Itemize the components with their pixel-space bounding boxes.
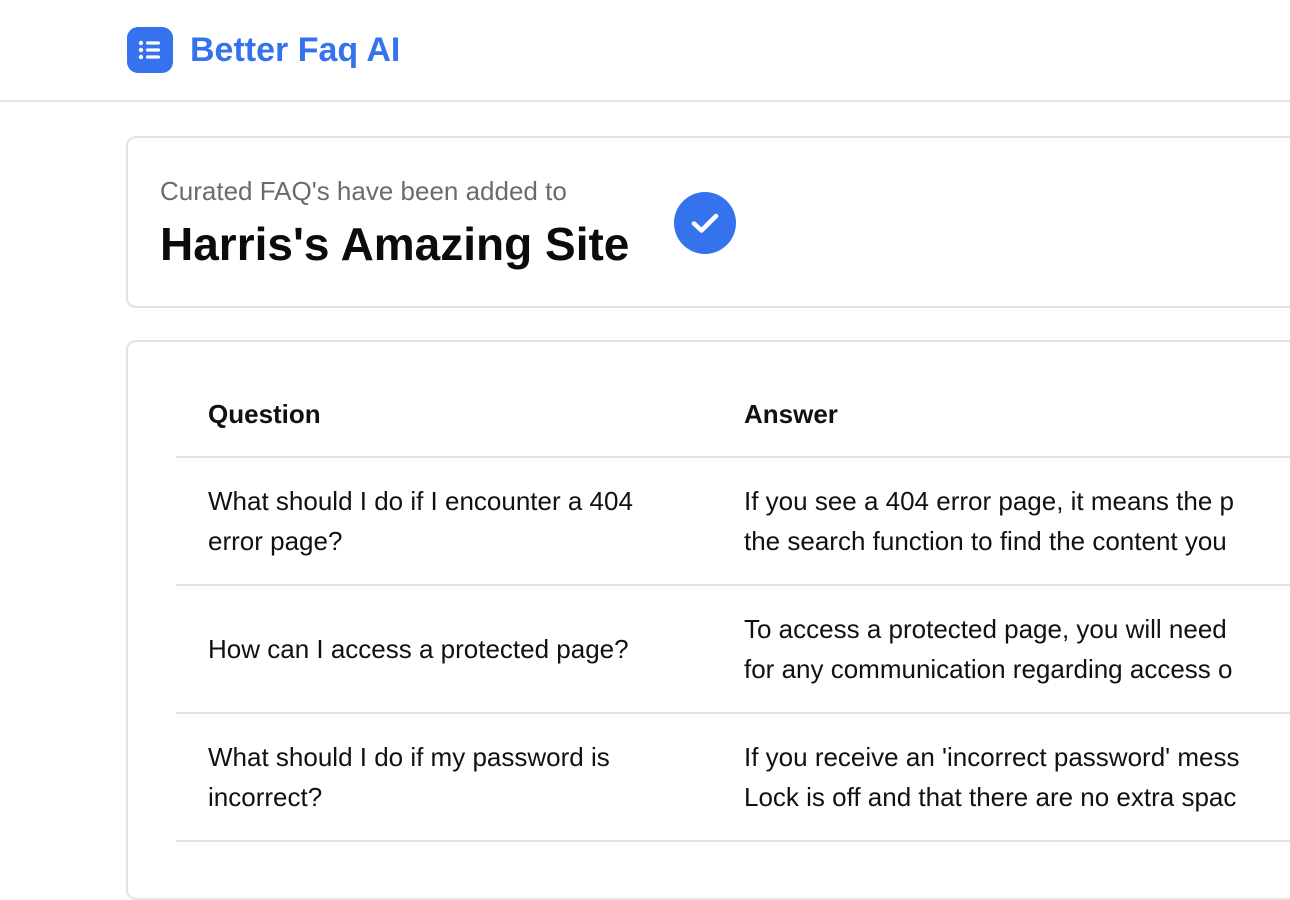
answer-line: the search function to find the content … bbox=[744, 526, 1227, 556]
answer-line: Lock is off and that there are no extra … bbox=[744, 782, 1237, 812]
faq-table-card: Question Answer What should I do if I en… bbox=[126, 340, 1290, 900]
app-header: Better Faq AI bbox=[0, 0, 1290, 102]
table-row: How can I access a protected page? To ac… bbox=[176, 585, 1290, 714]
status-caption: Curated FAQ's have been added to bbox=[160, 176, 567, 206]
table-header-row: Question Answer bbox=[176, 372, 1290, 458]
answer-cell: If you see a 404 error page, it means th… bbox=[712, 457, 1290, 586]
question-cell: What should I do if my password is incor… bbox=[176, 713, 712, 842]
answer-column-header: Answer bbox=[712, 372, 1290, 458]
check-circle-icon bbox=[674, 192, 736, 254]
question-cell: How can I access a protected page? bbox=[176, 585, 712, 714]
faq-table: Question Answer What should I do if I en… bbox=[176, 372, 1290, 842]
answer-line: If you receive an 'incorrect password' m… bbox=[744, 742, 1240, 772]
question-column-header: Question bbox=[176, 372, 712, 458]
table-row: What should I do if my password is incor… bbox=[176, 713, 1290, 842]
answer-line: To access a protected page, you will nee… bbox=[744, 614, 1227, 644]
table-row: What should I do if I encounter a 404 er… bbox=[176, 457, 1290, 586]
brand-name[interactable]: Better Faq AI bbox=[190, 28, 400, 72]
answer-line: If you see a 404 error page, it means th… bbox=[744, 486, 1234, 516]
question-cell: What should I do if I encounter a 404 er… bbox=[176, 457, 712, 586]
site-title: Harris's Amazing Site bbox=[160, 218, 630, 270]
status-card: Curated FAQ's have been added to Harris'… bbox=[126, 136, 1290, 308]
answer-line: for any communication regarding access o bbox=[744, 654, 1233, 684]
list-icon bbox=[138, 40, 160, 60]
answer-cell: To access a protected page, you will nee… bbox=[712, 585, 1290, 714]
answer-cell: If you receive an 'incorrect password' m… bbox=[712, 713, 1290, 842]
app-logo[interactable] bbox=[127, 27, 173, 73]
